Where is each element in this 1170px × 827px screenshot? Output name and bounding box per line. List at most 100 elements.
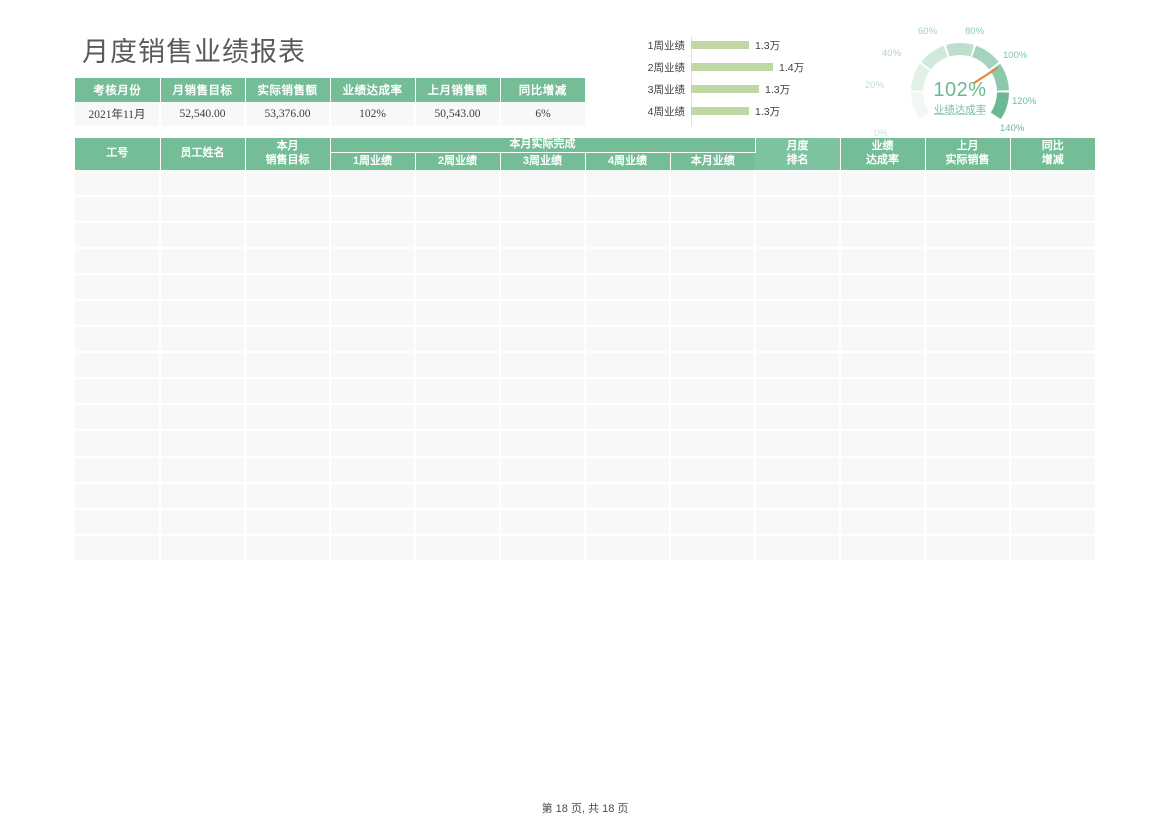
table-cell[interactable] xyxy=(670,508,757,536)
table-cell[interactable] xyxy=(840,404,927,432)
table-cell[interactable] xyxy=(160,508,246,536)
table-cell[interactable] xyxy=(755,170,842,197)
table-cell[interactable] xyxy=(330,273,416,301)
table-row[interactable] xyxy=(75,456,1096,484)
table-cell[interactable] xyxy=(415,326,501,354)
table-cell[interactable] xyxy=(670,404,757,432)
table-cell[interactable] xyxy=(415,430,501,458)
table-cell[interactable] xyxy=(75,482,161,510)
table-cell[interactable] xyxy=(415,378,501,406)
table-cell[interactable] xyxy=(160,534,246,560)
table-cell[interactable] xyxy=(160,378,246,406)
table-cell[interactable] xyxy=(925,221,1012,249)
table-cell[interactable] xyxy=(755,378,842,406)
table-cell[interactable] xyxy=(415,508,501,536)
table-cell[interactable] xyxy=(75,221,161,249)
table-cell[interactable] xyxy=(755,195,842,223)
table-cell[interactable] xyxy=(245,221,331,249)
table-cell[interactable] xyxy=(330,221,416,249)
table-cell[interactable] xyxy=(75,378,161,406)
table-cell[interactable] xyxy=(925,273,1012,301)
table-cell[interactable] xyxy=(585,430,671,458)
table-cell[interactable] xyxy=(925,378,1012,406)
table-cell[interactable] xyxy=(330,456,416,484)
table-cell[interactable] xyxy=(1010,247,1096,275)
table-cell[interactable] xyxy=(755,221,842,249)
table-cell[interactable] xyxy=(670,482,757,510)
table-cell[interactable] xyxy=(840,273,927,301)
table-cell[interactable] xyxy=(160,482,246,510)
table-cell[interactable] xyxy=(500,326,586,354)
table-cell[interactable] xyxy=(585,352,671,380)
table-cell[interactable] xyxy=(925,170,1012,197)
table-cell[interactable] xyxy=(245,482,331,510)
table-cell[interactable] xyxy=(670,170,757,197)
table-cell[interactable] xyxy=(245,195,331,223)
table-cell[interactable] xyxy=(840,508,927,536)
table-cell[interactable] xyxy=(585,221,671,249)
table-row[interactable] xyxy=(75,534,1096,560)
table-cell[interactable] xyxy=(585,273,671,301)
table-row[interactable] xyxy=(75,247,1096,275)
table-row[interactable] xyxy=(75,326,1096,354)
table-cell[interactable] xyxy=(755,299,842,328)
table-cell[interactable] xyxy=(415,352,501,380)
table-cell[interactable] xyxy=(670,299,757,328)
table-cell[interactable] xyxy=(585,482,671,510)
table-cell[interactable] xyxy=(755,352,842,380)
table-cell[interactable] xyxy=(585,378,671,406)
table-cell[interactable] xyxy=(755,508,842,536)
table-cell[interactable] xyxy=(75,195,161,223)
table-cell[interactable] xyxy=(415,221,501,249)
table-cell[interactable] xyxy=(330,299,416,328)
table-cell[interactable] xyxy=(925,247,1012,275)
table-cell[interactable] xyxy=(160,221,246,249)
table-cell[interactable] xyxy=(925,482,1012,510)
table-cell[interactable] xyxy=(925,326,1012,354)
table-cell[interactable] xyxy=(330,247,416,275)
table-cell[interactable] xyxy=(1010,326,1096,354)
table-cell[interactable] xyxy=(670,378,757,406)
table-cell[interactable] xyxy=(245,378,331,406)
table-cell[interactable] xyxy=(840,195,927,223)
table-cell[interactable] xyxy=(75,456,161,484)
table-cell[interactable] xyxy=(330,534,416,560)
table-cell[interactable] xyxy=(925,534,1012,560)
table-row[interactable] xyxy=(75,299,1096,328)
table-cell[interactable] xyxy=(670,247,757,275)
table-cell[interactable] xyxy=(1010,221,1096,249)
table-cell[interactable] xyxy=(755,430,842,458)
table-cell[interactable] xyxy=(500,378,586,406)
table-cell[interactable] xyxy=(500,273,586,301)
table-cell[interactable] xyxy=(925,352,1012,380)
table-cell[interactable] xyxy=(75,508,161,536)
table-cell[interactable] xyxy=(1010,508,1096,536)
table-cell[interactable] xyxy=(160,195,246,223)
table-cell[interactable] xyxy=(1010,404,1096,432)
table-cell[interactable] xyxy=(415,456,501,484)
table-cell[interactable] xyxy=(1010,195,1096,223)
table-cell[interactable] xyxy=(160,404,246,432)
table-cell[interactable] xyxy=(500,534,586,560)
table-cell[interactable] xyxy=(670,352,757,380)
table-cell[interactable] xyxy=(75,170,161,197)
table-cell[interactable] xyxy=(1010,170,1096,197)
table-cell[interactable] xyxy=(245,170,331,197)
table-cell[interactable] xyxy=(670,221,757,249)
table-cell[interactable] xyxy=(245,430,331,458)
table-cell[interactable] xyxy=(1010,534,1096,560)
table-cell[interactable] xyxy=(670,326,757,354)
table-cell[interactable] xyxy=(500,170,586,197)
table-cell[interactable] xyxy=(160,299,246,328)
table-cell[interactable] xyxy=(415,299,501,328)
table-cell[interactable] xyxy=(330,482,416,510)
table-cell[interactable] xyxy=(500,456,586,484)
table-cell[interactable] xyxy=(670,195,757,223)
table-cell[interactable] xyxy=(160,326,246,354)
table-cell[interactable] xyxy=(925,456,1012,484)
table-cell[interactable] xyxy=(755,326,842,354)
table-cell[interactable] xyxy=(245,352,331,380)
table-cell[interactable] xyxy=(585,170,671,197)
table-cell[interactable] xyxy=(330,430,416,458)
table-row[interactable] xyxy=(75,378,1096,406)
